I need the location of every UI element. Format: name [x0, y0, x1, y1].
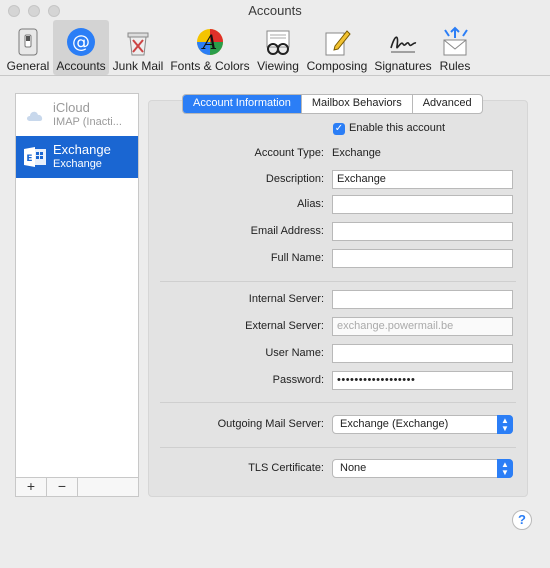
full-name-label: Full Name:	[270, 252, 324, 264]
cloud-icon	[24, 105, 46, 127]
account-item-icloud[interactable]: iCloud IMAP (Inacti...	[16, 94, 138, 136]
tab-mailbox-behaviors[interactable]: Mailbox Behaviors	[302, 95, 413, 113]
section-divider	[160, 402, 516, 403]
toolbar-junk-mail[interactable]: Junk Mail	[111, 20, 165, 75]
add-account-button[interactable]: +	[16, 478, 47, 496]
outgoing-server-popup[interactable]: Exchange (Exchange) ▲ ▼	[332, 415, 513, 434]
alias-field[interactable]	[332, 195, 513, 214]
account-list: iCloud IMAP (Inacti... E Exchange Exchan…	[15, 93, 139, 497]
svg-text:@: @	[72, 32, 90, 53]
internal-server-label: Internal Server:	[248, 293, 324, 305]
toolbar-label: General	[6, 59, 50, 73]
toolbar-composing[interactable]: Composing	[305, 20, 369, 75]
email-address-label: Email Address:	[250, 225, 324, 237]
email-address-field[interactable]	[332, 222, 513, 241]
toolbar-rules[interactable]: Rules	[436, 20, 474, 75]
outgoing-server-label: Outgoing Mail Server:	[217, 418, 324, 430]
account-subtitle: Exchange	[53, 158, 102, 170]
internal-server-field[interactable]	[332, 290, 513, 309]
toolbar-label: Fonts & Colors	[170, 59, 250, 73]
external-server-label: External Server:	[245, 320, 324, 332]
outgoing-server-value: Exchange (Exchange)	[340, 418, 449, 430]
account-subtitle: IMAP (Inacti...	[53, 116, 122, 128]
enable-account-label: Enable this account	[349, 122, 446, 134]
toolbar-label: Junk Mail	[112, 59, 164, 73]
toolbar-label: Accounts	[56, 59, 106, 73]
account-type-value: Exchange	[332, 147, 381, 159]
tls-certificate-label: TLS Certificate:	[248, 462, 324, 474]
title-bar: Accounts	[0, 0, 550, 22]
alias-label: Alias:	[297, 198, 324, 210]
toolbar-signatures[interactable]: Signatures	[373, 20, 433, 75]
tab-account-information[interactable]: Account Information	[183, 95, 302, 113]
signature-icon	[387, 26, 419, 58]
password-field[interactable]: ••••••••••••••••••	[332, 371, 513, 390]
svg-text:E: E	[26, 154, 32, 164]
pencil-paper-icon	[321, 26, 353, 58]
toolbar-label: Signatures	[374, 59, 432, 73]
toolbar-label: Rules	[439, 59, 471, 73]
password-label: Password:	[272, 374, 324, 386]
description-field[interactable]: Exchange	[332, 170, 513, 189]
section-divider	[160, 447, 516, 448]
account-name: Exchange	[53, 142, 111, 157]
svg-text:A: A	[201, 30, 217, 54]
color-font-icon: A	[194, 26, 226, 58]
toolbar-general[interactable]: General	[4, 20, 52, 75]
toolbar-fonts-colors[interactable]: A Fonts & Colors	[168, 20, 252, 75]
account-list-footer: + −	[16, 477, 138, 496]
enable-account-checkbox[interactable]: ✓	[333, 123, 345, 135]
user-name-label: User Name:	[265, 347, 324, 359]
toolbar-accounts[interactable]: @ Accounts	[53, 20, 109, 75]
toolbar-viewing[interactable]: Viewing	[254, 20, 302, 75]
external-server-field[interactable]: exchange.powermail.be	[332, 317, 513, 336]
window-title: Accounts	[248, 3, 302, 18]
chevron-updown-icon: ▲ ▼	[497, 459, 513, 478]
exchange-icon: E	[23, 146, 47, 168]
tab-advanced[interactable]: Advanced	[413, 95, 482, 113]
accounts-window: Accounts General @ Accounts Junk Mail A …	[0, 0, 550, 568]
envelope-arrows-icon	[439, 26, 471, 58]
description-label: Description:	[265, 173, 324, 185]
section-divider	[160, 281, 516, 282]
toolbar-label: Composing	[306, 59, 368, 73]
tls-certificate-popup[interactable]: None ▲ ▼	[332, 459, 513, 478]
full-name-field[interactable]	[332, 249, 513, 268]
toolbar-label: Viewing	[257, 59, 299, 73]
tls-certificate-value: None	[340, 462, 367, 474]
trash-bin-icon	[122, 26, 154, 58]
user-name-field[interactable]	[332, 344, 513, 363]
switch-icon	[12, 26, 44, 58]
account-type-label: Account Type:	[254, 147, 324, 159]
segmented-tabs: Account Information Mailbox Behaviors Ad…	[182, 94, 483, 114]
remove-account-button[interactable]: −	[47, 478, 78, 496]
chevron-updown-icon: ▲ ▼	[497, 415, 513, 434]
account-item-exchange[interactable]: E Exchange Exchange	[16, 136, 138, 178]
preferences-toolbar: General @ Accounts Junk Mail A Fonts & C…	[0, 20, 550, 76]
account-name: iCloud	[53, 100, 90, 115]
help-button[interactable]: ?	[512, 510, 532, 530]
glasses-icon	[262, 26, 294, 58]
at-sign-icon: @	[65, 26, 97, 58]
